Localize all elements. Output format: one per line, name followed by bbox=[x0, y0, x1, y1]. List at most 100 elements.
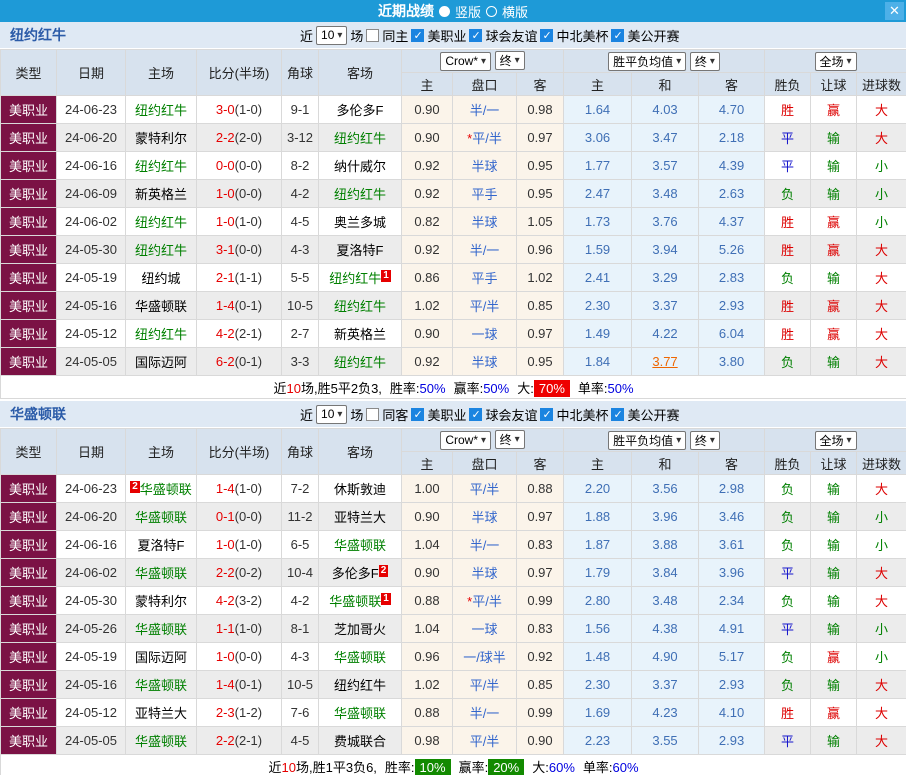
match-row: 美职业24-05-26华盛顿联1-1(1-0)8-1芝加哥火1.04一球0.83… bbox=[1, 615, 906, 643]
home-odds-cell: 0.96 bbox=[402, 643, 453, 671]
bookmaker-select[interactable]: Crow*▾ bbox=[440, 431, 491, 450]
goals-result-cell: 大 bbox=[857, 671, 906, 699]
changed-odds-star: * bbox=[467, 594, 472, 609]
handicap-cell: 平/半 bbox=[453, 671, 517, 699]
vertical-layout-radio[interactable] bbox=[439, 6, 450, 17]
col-type: 类型 bbox=[1, 429, 57, 475]
stat-value: 70% bbox=[534, 380, 570, 397]
handicap-cell: 平手 bbox=[453, 264, 517, 292]
recent-count-select[interactable]: 10▾ bbox=[316, 26, 347, 45]
league-cell: 美职业 bbox=[1, 292, 57, 320]
corner-cell: 2-7 bbox=[282, 320, 319, 348]
final-value: 终 bbox=[500, 431, 512, 448]
chevron-down-icon: ▾ bbox=[515, 55, 520, 66]
handicap-result-cell: 赢 bbox=[811, 208, 857, 236]
team-name: 多伦多F bbox=[337, 103, 384, 118]
final-value: 终 bbox=[695, 53, 707, 70]
same-home-checkbox[interactable] bbox=[366, 29, 379, 42]
avg-away-cell: 3.46 bbox=[699, 503, 765, 531]
avg-final-select[interactable]: 终▾ bbox=[690, 431, 720, 450]
score-cell: 2-3(1-2) bbox=[197, 699, 282, 727]
recent-count-value: 10 bbox=[321, 407, 334, 421]
handicap-result-cell: 输 bbox=[811, 152, 857, 180]
away-team-cell: 休斯敦迪 bbox=[319, 475, 402, 503]
avg-home-cell: 1.59 bbox=[564, 236, 632, 264]
league-cell: 美职业 bbox=[1, 208, 57, 236]
team-name: 华盛顿联 bbox=[135, 510, 187, 525]
match-row: 美职业24-05-05国际迈阿6-2(0-1)3-3纽约红牛0.92半球0.95… bbox=[1, 348, 906, 376]
card-badge: 2 bbox=[130, 481, 140, 493]
fulltime-score: 3-1 bbox=[216, 242, 235, 257]
date-cell: 24-05-26 bbox=[57, 615, 126, 643]
stat-label: 大: bbox=[532, 760, 549, 775]
avg-odds-select[interactable]: 胜平负均值▾ bbox=[608, 52, 686, 71]
col-avg-draw: 和 bbox=[632, 452, 699, 475]
corner-cell: 10-5 bbox=[282, 671, 319, 699]
away-odds-cell: 0.99 bbox=[517, 587, 564, 615]
scope-select[interactable]: 全场▾ bbox=[815, 52, 857, 71]
close-icon[interactable]: ✕ bbox=[885, 2, 904, 20]
competition-checkbox-friendly[interactable] bbox=[469, 29, 482, 42]
final-value: 终 bbox=[500, 52, 512, 69]
avg-final-select[interactable]: 终▾ bbox=[690, 52, 720, 71]
header-group-row: 类型 日期 主场 比分(半场) 角球 客场 Crow*▾ 终▾ 胜平负均值▾ 终… bbox=[1, 50, 906, 73]
avg-label-value: 胜平负均值 bbox=[613, 432, 673, 449]
away-team-cell: 纽约红牛 bbox=[319, 124, 402, 152]
halftime-score: (0-1) bbox=[235, 677, 262, 692]
avg-draw-cell: 3.76 bbox=[632, 208, 699, 236]
avg-home-cell: 1.87 bbox=[564, 531, 632, 559]
competition-checkbox-concacaf[interactable] bbox=[540, 408, 553, 421]
card-badge: 1 bbox=[381, 270, 391, 282]
wdl-result-cell: 平 bbox=[765, 152, 811, 180]
date-cell: 24-05-12 bbox=[57, 699, 126, 727]
col-goals: 进球数 bbox=[857, 452, 906, 475]
match-row: 美职业24-06-23纽约红牛3-0(1-0)9-1多伦多F0.90半/一0.9… bbox=[1, 96, 906, 124]
bookmaker-value: Crow* bbox=[445, 54, 478, 68]
avg-home-cell: 2.20 bbox=[564, 475, 632, 503]
handicap-cell: 半/一 bbox=[453, 531, 517, 559]
horizontal-layout-label: 横版 bbox=[502, 2, 528, 21]
col-hcp-result: 让球 bbox=[811, 73, 857, 96]
competition-checkbox-opencup[interactable] bbox=[611, 29, 624, 42]
corner-cell: 4-2 bbox=[282, 587, 319, 615]
scope-select[interactable]: 全场▾ bbox=[815, 431, 857, 450]
competition-checkbox-friendly[interactable] bbox=[469, 408, 482, 421]
avg-draw-cell: 3.57 bbox=[632, 152, 699, 180]
score-cell: 2-1(1-1) bbox=[197, 264, 282, 292]
avg-away-cell: 2.34 bbox=[699, 587, 765, 615]
wdl-result-cell: 胜 bbox=[765, 320, 811, 348]
handicap-result-cell: 输 bbox=[811, 587, 857, 615]
home-team-cell: 蒙特利尔 bbox=[126, 587, 197, 615]
date-cell: 24-06-09 bbox=[57, 180, 126, 208]
corner-cell: 11-2 bbox=[282, 503, 319, 531]
competition-checkbox-mls[interactable] bbox=[411, 29, 424, 42]
avg-draw-cell: 3.48 bbox=[632, 180, 699, 208]
horizontal-layout-radio[interactable] bbox=[486, 6, 497, 17]
avg-draw-cell: 3.77 bbox=[632, 348, 699, 376]
summary-count: 10 bbox=[282, 760, 296, 775]
competition-checkbox-concacaf[interactable] bbox=[540, 29, 553, 42]
wdl-result-cell: 负 bbox=[765, 503, 811, 531]
games-label: 场 bbox=[350, 26, 363, 45]
same-away-checkbox[interactable] bbox=[366, 408, 379, 421]
match-row: 美职业24-06-20华盛顿联0-1(0-0)11-2亚特兰大0.90半球0.9… bbox=[1, 503, 906, 531]
competition-checkbox-mls[interactable] bbox=[411, 408, 424, 421]
wdl-result-cell: 平 bbox=[765, 727, 811, 755]
home-team-cell: 纽约城 bbox=[126, 264, 197, 292]
competition-label: 美公开赛 bbox=[627, 26, 679, 45]
recent-count-select[interactable]: 10▾ bbox=[316, 405, 347, 424]
avg-odds-select[interactable]: 胜平负均值▾ bbox=[608, 431, 686, 450]
wdl-result-cell: 胜 bbox=[765, 292, 811, 320]
goals-result-cell: 大 bbox=[857, 292, 906, 320]
competition-checkbox-opencup[interactable] bbox=[611, 408, 624, 421]
bookmaker-select[interactable]: Crow*▾ bbox=[440, 52, 491, 71]
home-team-cell: 国际迈阿 bbox=[126, 348, 197, 376]
match-row: 美职业24-05-16华盛顿联1-4(0-1)10-5纽约红牛1.02平/半0.… bbox=[1, 292, 906, 320]
goals-result-cell: 大 bbox=[857, 587, 906, 615]
away-team-cell: 纽约红牛 bbox=[319, 180, 402, 208]
odds-final-select[interactable]: 终▾ bbox=[495, 51, 525, 70]
odds-final-select[interactable]: 终▾ bbox=[495, 430, 525, 449]
away-team-cell: 华盛顿联1 bbox=[319, 587, 402, 615]
col-avg-away: 客 bbox=[699, 73, 765, 96]
handicap-cell: *平/半 bbox=[453, 124, 517, 152]
